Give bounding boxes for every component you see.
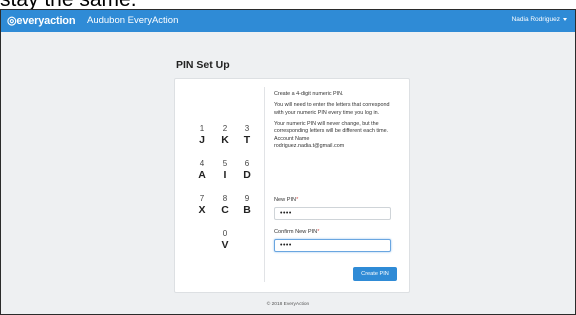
keypad-key: 0 V — [215, 229, 235, 251]
keypad-key: 3 T — [237, 124, 257, 146]
page-title: PIN Set Up — [176, 59, 230, 71]
required-marker: * — [296, 197, 299, 203]
instruction-letters: You will need to enter the letters that … — [274, 102, 390, 116]
new-pin-label-text: New PIN — [274, 197, 297, 203]
keypad-key: 4 A — [192, 159, 212, 181]
keypad-key: 5 I — [215, 159, 235, 181]
key-letter: D — [243, 169, 251, 181]
key-letter: B — [243, 204, 251, 216]
key-letter: I — [223, 169, 227, 181]
confirm-pin-input[interactable]: •••• — [274, 239, 391, 252]
browser-window: ◎everyaction Audubon EveryAction Nadia R… — [0, 9, 576, 315]
key-letter: J — [199, 134, 205, 146]
chevron-down-icon — [563, 18, 567, 21]
key-number: 9 — [244, 194, 250, 203]
key-number: 8 — [222, 194, 228, 203]
user-menu[interactable]: Nadia Rodriguez — [512, 16, 567, 23]
footer-copyright: © 2018 EveryAction — [266, 302, 310, 307]
confirm-pin-label: Confirm New PIN* — [274, 229, 319, 235]
keypad-key: 6 D — [237, 159, 257, 181]
everyaction-logo[interactable]: ◎everyaction — [7, 14, 76, 27]
key-letter: T — [243, 134, 251, 146]
key-number: 2 — [222, 124, 228, 133]
top-navbar: ◎everyaction Audubon EveryAction Nadia R… — [1, 10, 575, 32]
key-number: 0 — [222, 229, 228, 238]
create-pin-button[interactable]: Create PIN — [353, 267, 397, 281]
key-number: 4 — [199, 159, 205, 168]
keypad-key: 8 C — [215, 194, 235, 216]
key-number: 5 — [222, 159, 228, 168]
key-letter: X — [198, 204, 206, 216]
account-name-label: Account Name — [274, 135, 310, 142]
pin-instructions: Create a 4-digit numeric PIN. You will n… — [274, 91, 400, 151]
vertical-divider — [264, 87, 265, 282]
user-name: Nadia Rodriguez — [511, 16, 560, 23]
key-number: 3 — [244, 124, 250, 133]
organization-name: Audubon EveryAction — [87, 15, 179, 26]
account-email: rodriguez.nadia.t@gmail.com — [274, 143, 345, 149]
key-letter: V — [221, 239, 229, 251]
key-number: 1 — [199, 124, 205, 133]
key-letter: A — [198, 169, 206, 181]
keypad-key: 7 X — [192, 194, 212, 216]
logo-text: everyaction — [16, 15, 76, 27]
new-pin-input[interactable]: •••• — [274, 207, 391, 220]
instruction-create: Create a 4-digit numeric PIN. — [274, 91, 344, 97]
keypad-key: 9 B — [237, 194, 257, 216]
new-pin-label: New PIN* — [274, 197, 298, 203]
instruction-change: Your numeric PIN will never change, but … — [274, 120, 389, 135]
pin-setup-card: 1 J 2 K 3 T 4 A 5 I 6 D 7 X 8 C 9 B 0 V … — [174, 78, 410, 293]
confirm-pin-label-text: Confirm New PIN — [274, 229, 318, 235]
key-number: 7 — [199, 194, 205, 203]
required-marker: * — [317, 229, 320, 235]
key-letter: C — [221, 204, 229, 216]
pin-keypad: 1 J 2 K 3 T 4 A 5 I 6 D 7 X 8 C 9 B 0 V — [175, 79, 265, 292]
key-letter: K — [221, 134, 229, 146]
logo-mark-icon: ◎ — [7, 15, 17, 27]
keypad-key: 2 K — [215, 124, 235, 146]
keypad-key: 1 J — [192, 124, 212, 146]
key-number: 6 — [244, 159, 250, 168]
